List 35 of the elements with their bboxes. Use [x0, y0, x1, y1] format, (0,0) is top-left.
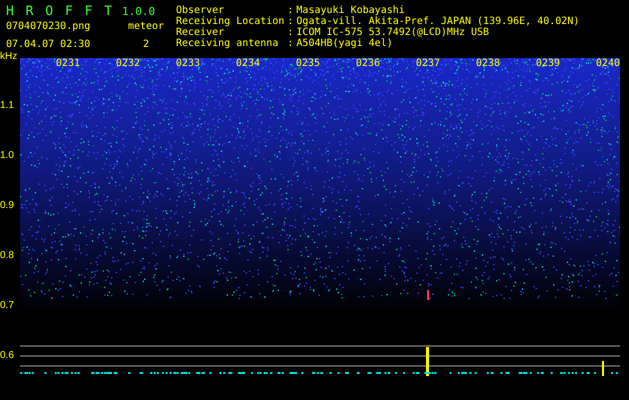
- info-label: Receiving antenna: [176, 38, 280, 49]
- file-name: 0704070230.png: [6, 20, 92, 32]
- meteor-label: meteor: [128, 21, 164, 32]
- info-separator: :: [287, 5, 294, 16]
- time-label: 0238: [476, 58, 500, 70]
- info-label: Receiving Location: [176, 16, 284, 27]
- info-value: Ogata-vill. Akita-Pref. JAPAN (139.96E, 40.02N): [296, 16, 580, 27]
- info-value: ICOM IC-575 53.7492(@LCD)MHz USB: [296, 27, 490, 38]
- time-label: 0236: [356, 58, 380, 70]
- time-label: 0235: [296, 58, 320, 70]
- time-label: 0237: [416, 58, 440, 70]
- axis-unit: kHz: [0, 51, 18, 63]
- info-separator: :: [287, 38, 294, 49]
- meteor-count: 2: [142, 38, 150, 50]
- axis-label: 1.1: [0, 100, 15, 112]
- time-label: 0239: [536, 58, 560, 70]
- info-value: A504HB(yagi 4el): [296, 38, 394, 49]
- axis-label: 1.0: [0, 150, 15, 162]
- time-label: 0240: [596, 58, 620, 70]
- info-label: Observer: [176, 5, 226, 16]
- time-label: 0231: [56, 58, 80, 70]
- time-label: 0234: [236, 58, 260, 70]
- time-label: 0233: [176, 58, 200, 70]
- info-separator: :: [287, 27, 294, 38]
- info-separator: :: [287, 16, 294, 27]
- axis-label: 0.6: [0, 350, 15, 362]
- info-value: Masayuki Kobayashi: [296, 5, 406, 16]
- date-time: 07.04.07 02:30: [6, 38, 92, 50]
- axis-label: 0.9: [0, 200, 15, 212]
- app-title: H R O F F T: [6, 4, 116, 18]
- time-label: 0232: [116, 58, 140, 70]
- axis-label: 0.7: [0, 300, 15, 312]
- version-label: 1.0.0: [121, 4, 156, 18]
- info-label: Receiver: [176, 27, 226, 38]
- axis-label: 0.8: [0, 250, 15, 262]
